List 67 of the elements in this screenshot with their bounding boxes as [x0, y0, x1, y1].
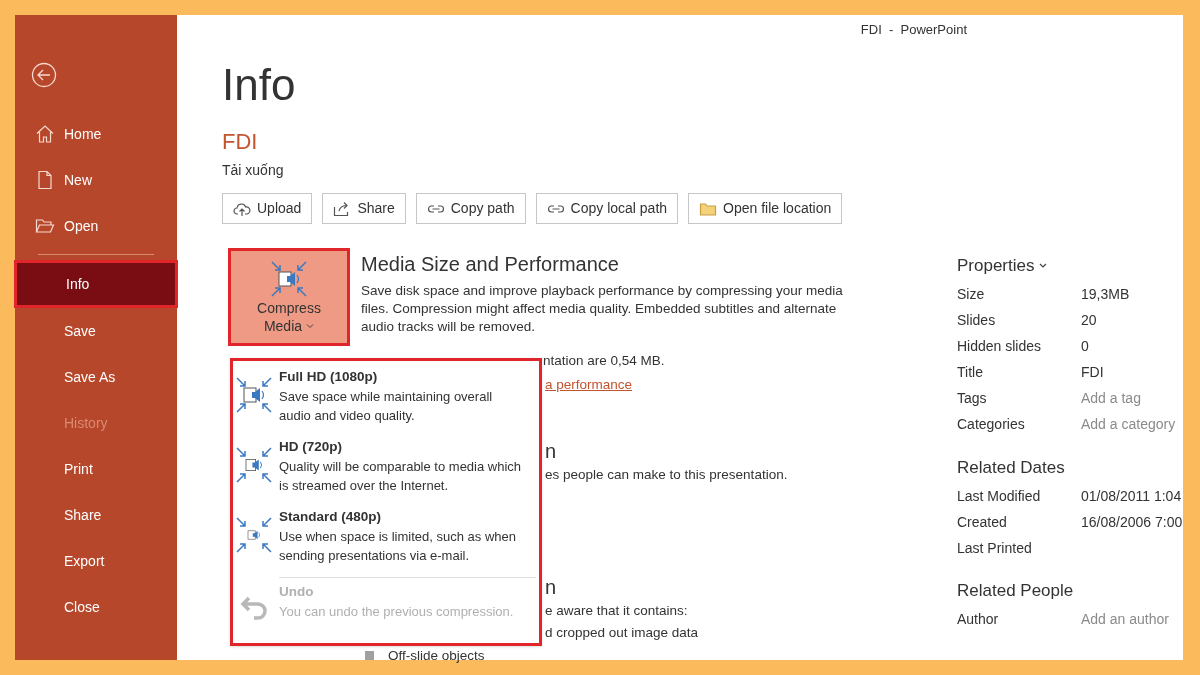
sidebar-item[interactable]: Save — [15, 308, 177, 354]
property-label: Tags — [957, 389, 988, 408]
action-button[interactable]: Share — [322, 193, 406, 224]
media-size-note: ntation are 0,54 MB. — [543, 352, 665, 370]
performance-link[interactable]: a performance — [545, 375, 633, 396]
sidebar-item[interactable]: Info — [14, 260, 178, 308]
home-icon — [35, 124, 55, 144]
compress-media-icon — [234, 445, 274, 485]
property-label: Last Printed — [957, 538, 1033, 558]
sidebar-item[interactable]: Close — [15, 584, 177, 630]
section-heading: n — [545, 574, 557, 600]
section-text: d cropped out image data — [545, 623, 699, 642]
property-value: 19,3MB — [1081, 285, 1130, 304]
property-label: Categories — [957, 415, 1026, 434]
back-button[interactable] — [31, 62, 57, 88]
action-button[interactable]: Copy local path — [535, 193, 679, 224]
cloud-upload-icon — [233, 200, 251, 217]
sidebar-item[interactable]: Open — [15, 203, 177, 249]
bullet-icon — [365, 651, 374, 661]
action-button[interactable]: Copy path — [415, 193, 526, 224]
property-label: Created — [957, 512, 1008, 532]
property-label: Size — [957, 285, 986, 304]
section-heading: Media Size and Performance — [361, 252, 620, 277]
property-value: 16/08/2006 7:00 — [1081, 512, 1183, 532]
compress-media-icon — [234, 515, 274, 555]
compress-option[interactable]: Full HD (1080p) Save space while maintaining overall audio and video quality. — [233, 367, 539, 437]
file-name: FDI — [222, 129, 259, 155]
compress-option[interactable]: HD (720p) Quality will be comparable to media which is streamed over the Internet. — [233, 437, 539, 507]
property-value: FDI — [1081, 363, 1104, 382]
chevron-down-icon — [306, 323, 315, 329]
property-label: Title — [957, 363, 984, 382]
compress-media-icon — [269, 259, 309, 299]
sidebar-item[interactable]: Share — [15, 492, 177, 538]
property-value: 0 — [1081, 337, 1089, 356]
sidebar-item[interactable]: Home — [15, 111, 177, 157]
property-label: Author — [957, 610, 1000, 629]
property-field[interactable]: Add a tag — [1081, 388, 1141, 409]
sidebar-item[interactable]: Export — [15, 538, 177, 584]
sidebar-item[interactable]: Save As — [15, 354, 177, 400]
folder-icon — [699, 200, 718, 217]
compress-option[interactable]: Standard (480p) Use when space is limited, such as when sending presentations via e-mail. — [233, 507, 539, 577]
section-heading[interactable]: Properties — [957, 253, 1035, 279]
sidebar-item[interactable]: New — [15, 157, 177, 203]
property-value: 01/08/2011 1:04 — [1081, 486, 1182, 506]
property-value: 20 — [1081, 311, 1097, 330]
window-title: FDI - PowerPoint — [860, 21, 967, 39]
chevron-down-icon[interactable] — [1038, 261, 1049, 270]
section-heading: Related People — [957, 580, 1074, 602]
sidebar-item[interactable]: Print — [15, 446, 177, 492]
page-title: Info — [222, 59, 297, 111]
folder-icon — [35, 216, 55, 236]
section-text: es people can make to this presentation. — [545, 465, 788, 484]
compress-media-icon — [234, 375, 274, 415]
property-label: Last Modified — [957, 486, 1042, 506]
action-button[interactable]: Upload — [222, 193, 313, 224]
section-text: e aware that it contains: — [545, 601, 688, 620]
property-field[interactable]: Add a category — [1081, 414, 1176, 435]
document-icon — [35, 170, 55, 190]
section-description: Save disk space and improve playback performance by compressing your media files. Compression might affect media quality. Embedded subtitles and alternate audio tracks will be removed. — [361, 282, 844, 336]
property-field[interactable]: Add an author — [1081, 609, 1169, 630]
section-heading: n — [545, 438, 557, 464]
section-heading: Related Dates — [957, 456, 1065, 479]
file-location: Tải xuống — [222, 161, 285, 180]
property-label: Slides — [957, 311, 997, 330]
compress-media-button[interactable]: Compress Media — [228, 248, 350, 346]
property-label: Hidden slides — [957, 337, 1043, 356]
action-button[interactable]: Open file location — [688, 193, 843, 224]
